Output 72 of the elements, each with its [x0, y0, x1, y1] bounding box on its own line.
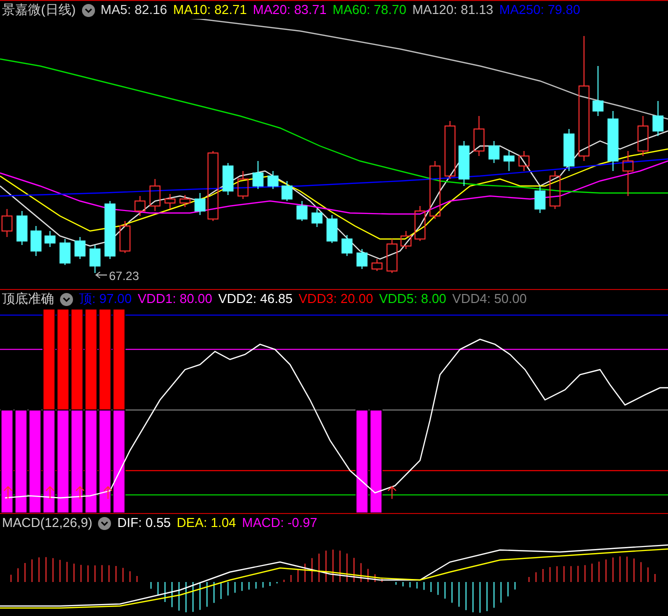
low-price-label: 67.23: [109, 269, 140, 283]
candlestick: [16, 210, 28, 246]
candlestick: [2, 208, 12, 238]
candlestick: [150, 178, 160, 212]
candlestick: [430, 160, 440, 220]
candlestick: [342, 234, 352, 256]
candlestick: [164, 194, 176, 210]
chart-title: 顶底准确: [2, 290, 54, 308]
candlestick: [30, 226, 42, 256]
up-arrow-icon: [46, 486, 54, 499]
candlestick: [518, 150, 530, 172]
indicator-value: VDD2: 46.85: [218, 290, 293, 308]
candlestick: [458, 140, 470, 186]
candlestick: [550, 170, 560, 210]
indicator-value: VDD4: 50.00: [452, 290, 527, 308]
indicator-value: VDD3: 20.00: [298, 290, 374, 308]
indicator-value: 顶: 97.00: [79, 290, 132, 308]
candlestick: [296, 200, 308, 222]
up-arrow-icon: [76, 486, 84, 499]
candlestick: [488, 140, 500, 164]
candlestick: [652, 100, 664, 136]
indicator-value: VDD1: 80.00: [138, 290, 212, 308]
candlestick: [534, 186, 546, 214]
candlestick: [104, 200, 116, 260]
indicator-value: MACD: -0.97: [242, 514, 318, 532]
chevron-icon[interactable]: [60, 292, 73, 306]
candlestick: [386, 238, 398, 274]
indicator-value: MA5: 82.16: [100, 1, 168, 20]
candlestick: [400, 230, 412, 250]
candlestick: [356, 248, 368, 270]
candlestick: [238, 170, 248, 200]
candlestick: [564, 128, 574, 172]
candlestick: [282, 180, 292, 202]
candlestick: [622, 150, 634, 196]
candlestick: [180, 194, 190, 208]
candlestick: [252, 160, 264, 190]
candlestick: [44, 230, 56, 248]
candlestick: [268, 170, 278, 190]
indicator-value: DEA: 1.04: [176, 514, 236, 532]
candlestick: [608, 110, 618, 172]
chart-title: MACD(12,26,9): [2, 514, 92, 532]
indicator-value: MA250: 79.80: [499, 1, 580, 20]
arrow-icon: [95, 272, 108, 278]
candlestick: [592, 66, 604, 116]
chart-title: 景嘉微(日线): [2, 1, 76, 20]
candlestick: [134, 196, 146, 216]
candlestick: [194, 192, 206, 216]
candlestick: [222, 162, 234, 196]
candlestick: [208, 150, 218, 222]
indicator-value: MA60: 78.70: [332, 1, 406, 20]
candlestick: [120, 220, 130, 254]
chevron-icon[interactable]: [98, 516, 112, 530]
candlestick: [372, 258, 382, 272]
candlestick: [74, 236, 86, 260]
candlestick: [444, 120, 456, 180]
indicator-value: MA20: 83.71: [252, 1, 327, 20]
up-arrow-icon: [4, 486, 12, 499]
candlestick: [414, 206, 426, 242]
indicator-value: DIF: 0.55: [117, 514, 171, 532]
chevron-icon[interactable]: [82, 4, 95, 16]
candlestick: [504, 150, 514, 172]
candlestick: [60, 238, 70, 266]
up-arrow-icon: [104, 486, 112, 499]
candlestick: [90, 244, 100, 274]
indicator-value: VDD5: 8.00: [379, 290, 446, 308]
indicator-value: MA120: 81.13: [412, 1, 494, 20]
candlestick: [474, 116, 484, 156]
candlestick: [326, 214, 338, 244]
candlestick: [312, 208, 322, 228]
candlestick: [638, 116, 648, 156]
up-arrow-icon: [388, 486, 396, 499]
indicator-value: MA10: 82.71: [173, 1, 247, 20]
